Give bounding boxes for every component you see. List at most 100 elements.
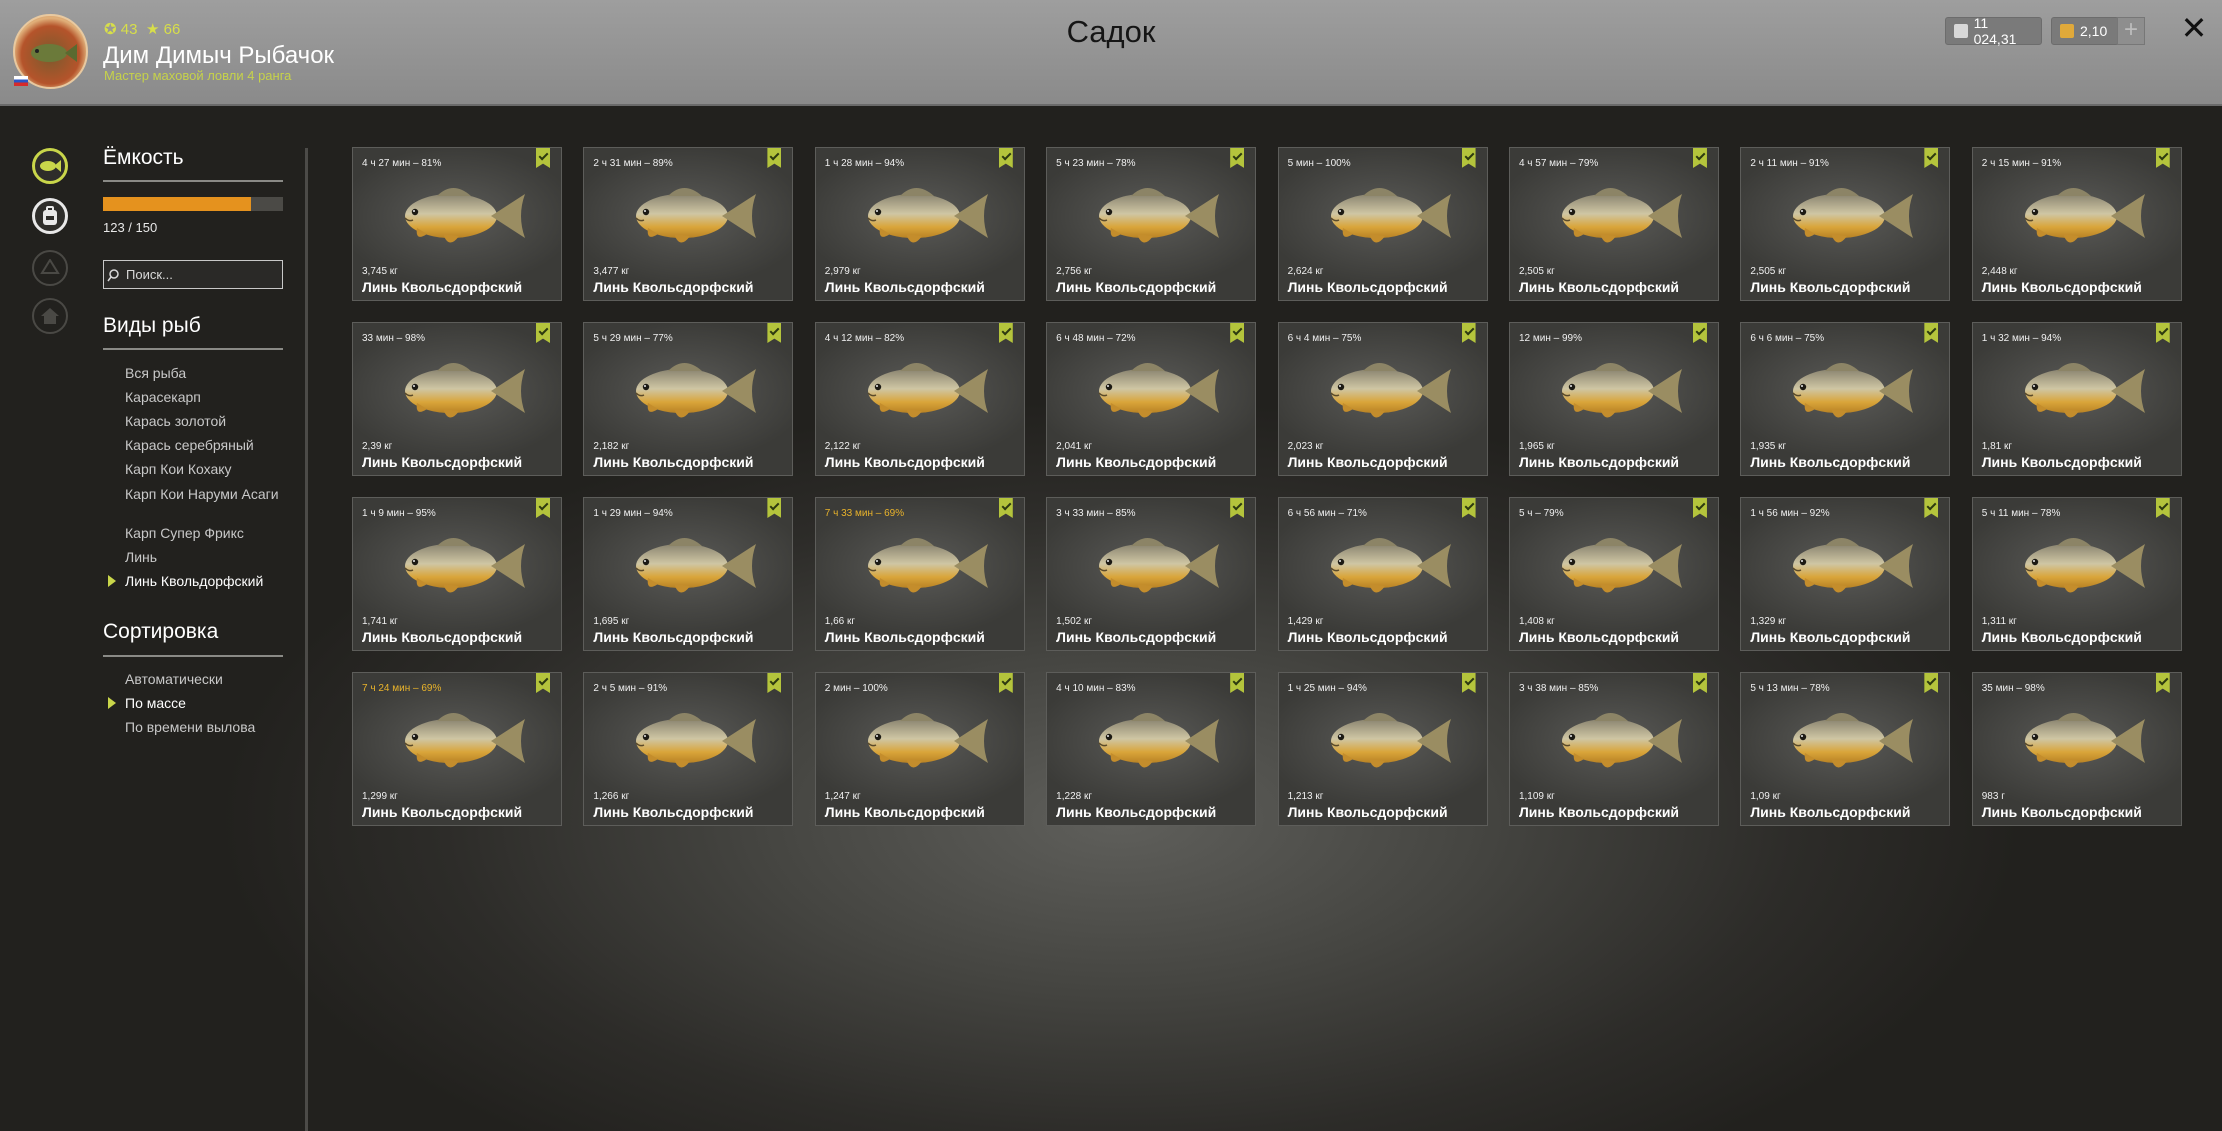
fish-card[interactable]: 1 ч 25 мин – 94% 1,213 кг Линь Квольсдор… xyxy=(1277,672,1488,826)
bookmark-flag-icon[interactable] xyxy=(2155,148,2170,168)
bookmark-flag-icon[interactable] xyxy=(998,148,1013,168)
fish-card[interactable]: 5 ч 13 мин – 78% 1,09 кг Линь Квольсдорф… xyxy=(1740,672,1951,826)
fish-name: Линь Квольсдорфский xyxy=(593,629,754,645)
boat-tab[interactable] xyxy=(32,250,68,286)
fish-card[interactable]: 33 мин – 98% 2,39 кг Линь Квольсдорфский xyxy=(352,322,562,476)
bookmark-flag-icon[interactable] xyxy=(536,673,550,693)
bookmark-flag-icon[interactable] xyxy=(1924,148,1939,168)
sort-option[interactable]: По массе xyxy=(125,695,285,711)
bookmark-flag-icon[interactable] xyxy=(1230,498,1245,518)
species-item[interactable]: Карп Кои Кохаку xyxy=(125,461,285,477)
bookmark-flag-icon[interactable] xyxy=(1230,673,1245,693)
fish-card[interactable]: 1 ч 28 мин – 94% 2,979 кг Линь Квольсдор… xyxy=(814,147,1025,301)
fish-card[interactable]: 3 ч 33 мин – 85% 1,502 кг Линь Квольсдор… xyxy=(1046,497,1257,651)
keepnet-tab[interactable] xyxy=(32,148,68,184)
bookmark-flag-icon[interactable] xyxy=(998,323,1013,343)
bookmark-flag-icon[interactable] xyxy=(767,148,782,168)
fish-card[interactable]: 2 ч 15 мин – 91% 2,448 кг Линь Квольсдор… xyxy=(1971,147,2182,301)
species-item[interactable]: Вся рыба xyxy=(125,365,285,381)
search-box[interactable] xyxy=(103,260,283,289)
bookmark-flag-icon[interactable] xyxy=(998,498,1013,518)
species-item[interactable]: Карась золотой xyxy=(125,413,285,429)
close-button[interactable]: ✕ xyxy=(2178,12,2210,44)
fish-card[interactable]: 6 ч 4 мин – 75% 2,023 кг Линь Квольсдорф… xyxy=(1277,322,1488,476)
fish-name: Линь Квольсдорфский xyxy=(593,454,754,470)
species-item[interactable]: Карасекарп xyxy=(125,389,285,405)
species-item[interactable]: Линь Кволь­дорфский xyxy=(125,573,285,589)
fish-name: Линь Квольсдорфский xyxy=(593,279,754,295)
bookmark-flag-icon[interactable] xyxy=(2155,673,2170,693)
bookmark-flag-icon[interactable] xyxy=(1230,148,1245,168)
bookmark-flag-icon[interactable] xyxy=(1924,673,1939,693)
species-item[interactable]: Карп Супер Фрикс xyxy=(125,525,285,541)
bookmark-flag-icon[interactable] xyxy=(536,323,550,343)
fish-card[interactable]: 1 ч 29 мин – 94% 1,695 кг Линь Квольсдор… xyxy=(583,497,794,651)
fish-card[interactable]: 5 ч – 79% 1,408 кг Линь Квольсдорфский xyxy=(1508,497,1719,651)
fish-card[interactable]: 6 ч 6 мин – 75% 1,935 кг Линь Квольсдорф… xyxy=(1740,322,1951,476)
fish-name: Линь Квольсдорфский xyxy=(1056,279,1217,295)
fish-card[interactable]: 2 ч 5 мин – 91% 1,266 кг Линь Квольсдорф… xyxy=(583,672,794,826)
species-item[interactable]: Линь xyxy=(125,549,285,565)
sort-option[interactable]: По времени вылова xyxy=(125,719,285,735)
bookmark-flag-icon[interactable] xyxy=(1461,148,1476,168)
species-item[interactable]: Карась серебряный xyxy=(125,437,285,453)
fish-card[interactable]: 7 ч 24 мин – 69% 1,299 кг Линь Квольсдор… xyxy=(352,672,562,826)
fish-card[interactable]: 5 ч 29 мин – 77% 2,182 кг Линь Квольсдор… xyxy=(583,322,794,476)
fish-card[interactable]: 6 ч 48 мин – 72% 2,041 кг Линь Квольсдор… xyxy=(1046,322,1257,476)
fish-catch-time: 5 мин – 100% xyxy=(1287,158,1351,169)
tench-fish-icon xyxy=(635,538,757,593)
capacity-title: Ёмкость xyxy=(103,146,184,169)
fish-card[interactable]: 1 ч 32 мин – 94% 1,81 кг Линь Квольсдорф… xyxy=(1971,322,2182,476)
fish-card[interactable]: 12 мин – 99% 1,965 кг Линь Квольсдорфски… xyxy=(1508,322,1719,476)
fish-card[interactable]: 4 ч 27 мин – 81% 3,745 кг Линь Квольсдор… xyxy=(352,147,562,301)
fish-catch-time: 4 ч 10 мин – 83% xyxy=(1056,683,1136,694)
tench-fish-icon xyxy=(1792,713,1914,768)
bookmark-flag-icon[interactable] xyxy=(767,323,782,343)
search-input[interactable] xyxy=(124,266,268,283)
bookmark-flag-icon[interactable] xyxy=(1461,673,1476,693)
bookmark-flag-icon[interactable] xyxy=(536,498,550,518)
species-item[interactable]: Карп Кои Наруми Асаги xyxy=(125,486,285,502)
bookmark-flag-icon[interactable] xyxy=(1230,323,1245,343)
bookmark-flag-icon[interactable] xyxy=(2155,498,2170,518)
fish-catch-time: 2 мин – 100% xyxy=(824,683,888,694)
fish-card[interactable]: 1 ч 9 мин – 95% 1,741 кг Линь Квольсдорф… xyxy=(352,497,562,651)
banknote-icon xyxy=(1954,24,1968,38)
bookmark-flag-icon[interactable] xyxy=(998,673,1013,693)
bookmark-flag-icon[interactable] xyxy=(1461,498,1476,518)
fish-card[interactable]: 4 ч 12 мин – 82% 2,122 кг Линь Квольсдор… xyxy=(814,322,1025,476)
fish-card[interactable]: 5 ч 11 мин – 78% 1,311 кг Линь Квольсдор… xyxy=(1971,497,2182,651)
fish-name: Линь Квольсдорфский xyxy=(1518,279,1680,295)
money-balance[interactable]: 11 024,31 xyxy=(1945,15,2042,47)
fish-card[interactable]: 1 ч 56 мин – 92% 1,329 кг Линь Квольсдор… xyxy=(1740,497,1951,651)
bookmark-flag-icon[interactable] xyxy=(767,673,782,693)
fish-card[interactable]: 5 мин – 100% 2,624 кг Линь Квольсдорфски… xyxy=(1277,147,1488,301)
add-currency-button[interactable]: + xyxy=(2117,17,2145,45)
bookmark-flag-icon[interactable] xyxy=(767,498,782,518)
bookmark-flag-icon[interactable] xyxy=(1692,673,1707,693)
fish-card[interactable]: 4 ч 57 мин – 79% 2,505 кг Линь Квольсдор… xyxy=(1508,147,1719,301)
fish-card[interactable]: 2 мин – 100% 1,247 кг Линь Квольсдорфски… xyxy=(814,672,1025,826)
bookmark-flag-icon[interactable] xyxy=(1692,323,1707,343)
fish-card[interactable]: 4 ч 10 мин – 83% 1,228 кг Линь Квольсдор… xyxy=(1046,672,1257,826)
fish-card[interactable]: 6 ч 56 мин – 71% 1,429 кг Линь Квольсдор… xyxy=(1277,497,1488,651)
backpack-tab[interactable] xyxy=(32,198,68,234)
fish-card[interactable]: 3 ч 38 мин – 85% 1,109 кг Линь Квольсдор… xyxy=(1508,672,1719,826)
sort-option[interactable]: Автоматически xyxy=(125,671,285,687)
fish-card[interactable]: 2 ч 11 мин – 91% 2,505 кг Линь Квольсдор… xyxy=(1740,147,1951,301)
gold-balance[interactable]: 2,10 xyxy=(2051,17,2119,45)
fish-card[interactable]: 2 ч 31 мин – 89% 3,477 кг Линь Квольсдор… xyxy=(583,147,794,301)
fish-card[interactable]: 7 ч 33 мин – 69% 1,66 кг Линь Квольсдорф… xyxy=(814,497,1025,651)
bookmark-flag-icon[interactable] xyxy=(1924,323,1939,343)
bookmark-flag-icon[interactable] xyxy=(1692,148,1707,168)
fish-weight: 1,247 кг xyxy=(824,791,861,802)
fish-card[interactable]: 5 ч 23 мин – 78% 2,756 кг Линь Квольсдор… xyxy=(1046,147,1257,301)
bookmark-flag-icon[interactable] xyxy=(2155,323,2170,343)
bookmark-flag-icon[interactable] xyxy=(1461,323,1476,343)
bookmark-flag-icon[interactable] xyxy=(536,148,550,168)
bookmark-flag-icon[interactable] xyxy=(1692,498,1707,518)
bookmark-flag-icon[interactable] xyxy=(1924,498,1939,518)
home-tab[interactable] xyxy=(32,298,68,334)
fish-name: Линь Квольсдорфский xyxy=(593,804,754,820)
fish-card[interactable]: 35 мин – 98% 983 г Линь Квольсдорфский xyxy=(1971,672,2182,826)
